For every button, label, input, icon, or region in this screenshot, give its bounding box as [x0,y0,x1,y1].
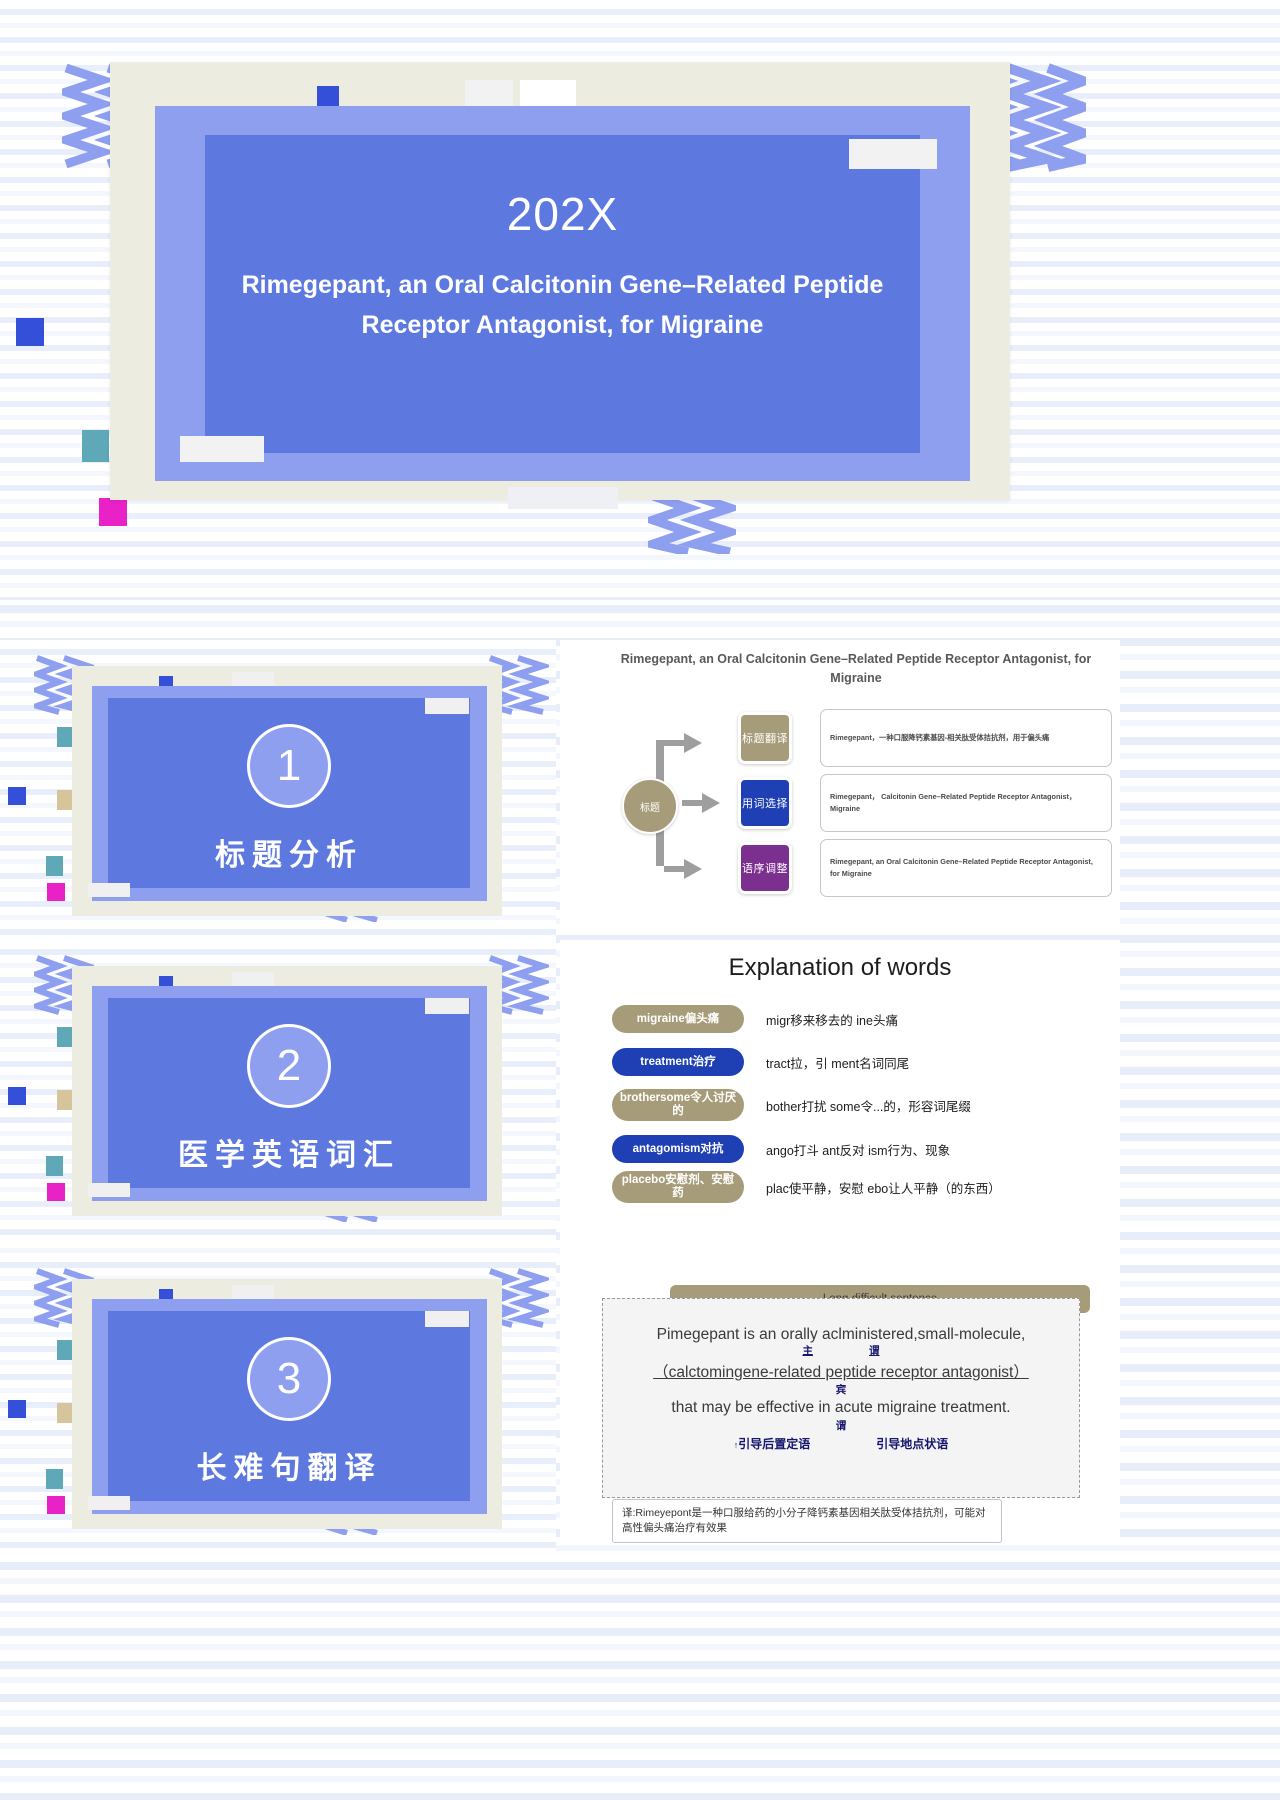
vocab-pill-1: migraine偏头痛 [612,1005,744,1033]
section-2-main-panel: 2 医学英语词汇 [108,998,470,1188]
section-1-main-panel: 1 标题分析 [108,698,470,888]
slide-section-2: 2 医学英语词汇 [0,940,556,1240]
section-3-tab-right [425,1311,469,1327]
cover-tab-bottom-left [180,436,264,462]
title-analysis-flowchart: 标题 标题翻译 Rimegepant，一种口服降钙素基因-相关肽受体拮抗剂，用于… [616,700,1116,915]
square-decoration-blue-left [16,318,44,346]
square-s3-magenta [47,1496,65,1514]
square-s3-teal-2 [46,1469,63,1489]
long-sentence-line-2: （calctomingene-related peptide receptor … [603,1360,1079,1382]
flow-hub: 标题 [622,778,678,834]
flow-box-translation-text: Rimegepant，一种口服降钙素基因-相关肽受体拮抗剂，用于偏头痛 [830,733,1050,742]
cover-year: 202X [506,188,619,240]
title-analysis-heading: Rimegepant, an Oral Calcitonin Gene–Rela… [620,652,1092,685]
square-s3-blue-left [8,1400,26,1418]
slide-title-analysis: Rimegepant, an Oral Calcitonin Gene–Rela… [560,640,1120,935]
long-sentence-translation: 译:Rimeyepont是一种口服给药的小分子降钙素基因相关肽受体拮抗剂，可能对… [612,1499,1002,1543]
section-1-tab-right [425,698,469,714]
vocab-word-4: antagomism对抗 [632,1142,724,1155]
section-3-tab-bottom [88,1496,130,1510]
square-s1-blue-left [8,787,26,805]
vocab-word-2: treatment治疗 [640,1055,716,1068]
slide-cover: 202X Rimegepant, an Oral Calcitonin Gene… [0,0,1280,600]
flow-box-translation: Rimegepant，一种口服降钙素基因-相关肽受体拮抗剂，用于偏头痛 [820,709,1112,767]
vocab-definition-3: bother打扰 some令...的，形容词尾缀 [766,1099,971,1114]
vocab-word-1: migraine偏头痛 [636,1012,720,1025]
mark-subject-1: 主 [802,1345,814,1357]
square-decoration-magenta [99,498,127,526]
flow-box-wordorder-text: Rimegepant, an Oral Calcitonin Gene–Rela… [830,857,1093,878]
section-1-number: 1 [247,724,331,808]
flow-box-wordchoice-text: Rimegepant， Calcitonin Gene–Related Pept… [830,792,1077,813]
square-decoration-teal-2 [82,430,109,462]
vocab-row-3: brothersome令人讨厌的 bother打扰 some令...的，形容词尾… [612,1088,1112,1122]
mark-predicate-2-text: 谓 [835,1420,847,1432]
square-s2-magenta [47,1183,65,1201]
vocab-word-5: placebo安慰剂、安慰药 [621,1174,735,1199]
mark-predicate-2: 谓 [603,1418,1079,1433]
section-2-label: 医学英语词汇 [178,1139,400,1172]
flow-tag-wordchoice-label: 用词选择 [742,798,788,810]
vocab-definition-4: ango打斗 ant反对 ism行为、现象 [766,1143,951,1158]
vocab-row-4: antagomism对抗 ango打斗 ant反对 ism行为、现象 [612,1132,1112,1166]
mark-label-right-text: 引导地点状语 [876,1437,949,1451]
cover-tab-right [849,139,937,169]
long-sentence-line-1-text: Pimegepant is an orally aclministered,sm… [656,1326,1026,1343]
long-sentence-line-2-text: （calctomingene-related peptide receptor … [653,1364,1029,1381]
slide-long-sentence: Long difficult sentence Pimegepant is an… [560,1245,1120,1545]
vocab-definition-1: migr移来移去的 ine头痛 [766,1013,898,1028]
long-sentence-line-3: that may be effective in acute migraine … [603,1399,1079,1417]
vocab-pill-4: antagomism对抗 [612,1135,744,1163]
mark-label-right: 引导地点状语 [876,1435,948,1452]
long-sentence-body: Pimegepant is an orally aclministered,sm… [602,1298,1080,1498]
long-sentence-mark-labels: ↑引导后置定语 引导地点状语 [603,1435,1079,1452]
vocab-pill-2: treatment治疗 [612,1048,744,1076]
section-3-main-panel: 3 长难句翻译 [108,1311,470,1501]
slide-section-1: 1 标题分析 [0,640,556,940]
vocab-definition-2: tract拉，引 ment名词同尾 [766,1056,910,1071]
section-1-tab-bottom [88,883,130,897]
mark-object-text: 宾 [835,1384,847,1396]
square-s2-blue-left [8,1087,26,1105]
flow-tag-translation-label: 标题翻译 [742,733,788,745]
vocab-row-2: treatment治疗 tract拉，引 ment名词同尾 [612,1045,1112,1079]
vocab-pill-3: brothersome令人讨厌的 [612,1089,744,1121]
section-3-label: 长难句翻译 [196,1452,382,1485]
slide-vocabulary: Explanation of words migraine偏头痛 migr移来移… [560,940,1120,1240]
square-s1-teal-2 [46,856,63,876]
vocab-row-5: placebo安慰剂、安慰药 plac使平静，安慰 ebo让人平静（的东西） [612,1170,1112,1204]
vocab-definition-5: plac使平静，安慰 ebo让人平静（的东西） [766,1181,1001,1196]
vocab-word-3: brothersome令人讨厌的 [619,1092,737,1117]
flow-box-wordorder: Rimegepant, an Oral Calcitonin Gene–Rela… [820,839,1112,897]
vocabulary-heading: Explanation of words [728,954,952,981]
cover-title: Rimegepant, an Oral Calcitonin Gene–Rela… [241,271,884,339]
section-2-tab-right [425,998,469,1014]
long-sentence-line-1: Pimegepant is an orally aclministered,sm… [603,1326,1079,1344]
long-sentence-translation-text: 译:Rimeyepont是一种口服给药的小分子降钙素基因相关肽受体拮抗剂，可能对… [622,1507,986,1534]
flow-box-wordchoice: Rimegepant， Calcitonin Gene–Related Pept… [820,774,1112,832]
square-s2-teal-2 [46,1156,63,1176]
long-sentence-line-3-text: that may be effective in acute migraine … [671,1399,1011,1416]
cover-main-panel: 202X Rimegepant, an Oral Calcitonin Gene… [205,135,920,453]
section-2-number: 2 [247,1024,331,1108]
cover-tab-bottom-mid [508,487,618,509]
section-1-label: 标题分析 [215,839,363,872]
square-s1-magenta [47,883,65,901]
mark-predicate-1: 谓 [869,1345,880,1357]
flow-tag-wordorder-label: 语序调整 [742,863,788,875]
mark-object: 宾 [603,1382,1079,1397]
section-2-tab-bottom [88,1183,130,1197]
flow-tag-translation: 标题翻译 [738,712,792,764]
flow-tag-wordchoice: 用词选择 [738,777,792,829]
flow-tag-wordorder: 语序调整 [738,842,792,894]
slide-section-3: 3 长难句翻译 [0,1253,556,1553]
long-sentence-marks-1: 主 谓 [603,1343,1079,1358]
mark-label-left-text: 引导后置定语 [738,1437,811,1451]
mark-label-left: ↑引导后置定语 [733,1437,811,1451]
vocab-pill-5: placebo安慰剂、安慰药 [612,1171,744,1203]
section-3-number: 3 [247,1337,331,1421]
zigzag-decoration-bottom [648,492,736,554]
vocab-row-1: migraine偏头痛 migr移来移去的 ine头痛 [612,1002,1112,1036]
